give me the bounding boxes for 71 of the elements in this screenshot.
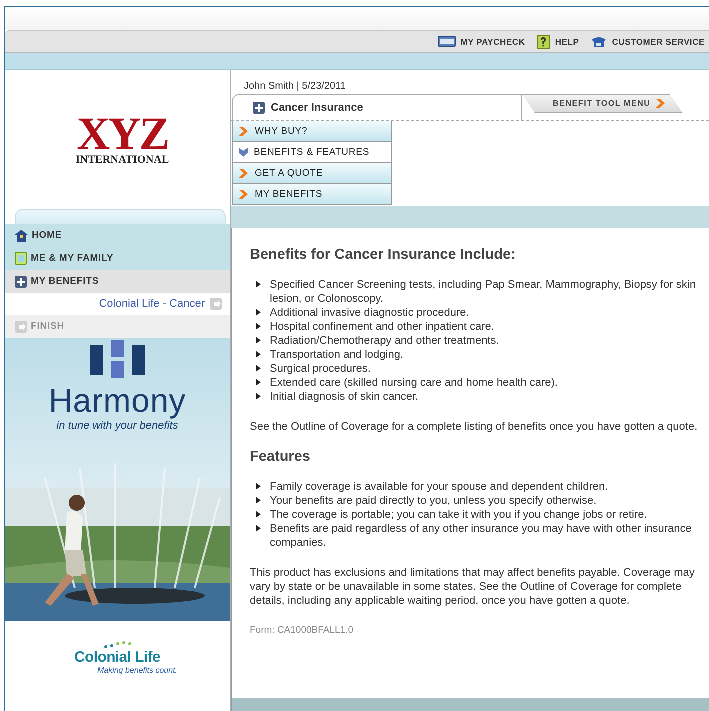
bullet-icon (256, 351, 261, 358)
bullet-icon (256, 379, 261, 386)
nav-item-label: MY BENEFITS (31, 276, 100, 287)
paragraph: See the Outline of Coverage for a complete listing of benefits once you have gotten a quote. (250, 420, 699, 434)
bullet-icon (256, 337, 261, 344)
toolbar-link[interactable]: HELP (537, 34, 580, 48)
bullet-icon (256, 309, 261, 316)
chevron-icon (656, 99, 666, 108)
brand-name: Colonial Life (74, 648, 161, 666)
user-date-line: John Smith | 5/23/2011 (243, 80, 347, 94)
nav-item[interactable]: ME & MY FAMILY (5, 247, 230, 270)
list-item: Additional invasive diagnostic procedure. (270, 306, 470, 320)
toolbar-link[interactable]: MY PAYCHECK (438, 36, 526, 47)
exit-icon (210, 298, 222, 310)
section-heading: Benefits for Cancer Insurance Include: (250, 248, 517, 262)
notepad-icon (15, 252, 27, 265)
exit-icon (15, 320, 27, 332)
list-item: Transportation and lodging. (270, 348, 404, 362)
list-item: Specified Cancer Screening tests, including Pap Smear, Mammography, Biopsy for skin lesion, or Colonoscopy. (270, 278, 697, 306)
toolbar-link-label: MY PAYCHECK (460, 36, 526, 46)
list-item: Extended care (skilled nursing care and home health care). (270, 376, 558, 390)
list-item: Initial diagnosis of skin cancer. (270, 390, 419, 404)
list-item: Hospital confinement and other inpatient care. (270, 320, 494, 334)
plus-icon (15, 276, 27, 288)
menu-item[interactable]: WHY BUY? (232, 121, 392, 142)
menu-item[interactable]: MY BENEFITS (232, 184, 392, 205)
toolbar-link-label: HELP (555, 36, 580, 46)
dots-icon (102, 640, 132, 648)
toolbar-link-label: CUSTOMER SERVICE (612, 36, 705, 46)
menu-item[interactable]: GET A QUOTE (232, 163, 392, 184)
menu-item[interactable]: BENEFITS & FEATURES (232, 142, 392, 163)
chevron-icon (239, 126, 249, 136)
house-icon (15, 230, 28, 242)
list-item: Benefits are paid regardless of any other insurance you may have with other insurance companies. (270, 522, 693, 550)
logo-subtitle: INTERNATIONAL (76, 154, 170, 166)
plus-icon (253, 102, 265, 114)
list-item: Family coverage is available for your spouse and dependent children. (270, 480, 608, 494)
logo-text: XYZ (76, 114, 168, 154)
banner-tagline: in tune with your benefits (56, 420, 178, 432)
form-number: Form: CA1000BFALL1.0 (250, 624, 354, 638)
tool-menu-tab[interactable]: BENEFIT TOOL MENU (522, 94, 683, 113)
chevron-down-icon (239, 148, 248, 156)
harmony-logo-icon (90, 340, 145, 380)
bullet-icon (256, 497, 261, 504)
chevron-icon (239, 190, 249, 198)
list-item: Surgical procedures. (270, 362, 371, 376)
bullet-icon (256, 483, 261, 490)
toolbar-link[interactable]: CUSTOMER SERVICE (591, 36, 705, 48)
product-tab-label: Cancer Insurance (271, 102, 364, 114)
paragraph: This product has exclusions and limitations that may affect benefits payable. Coverage may vary by state or be unavailable in some states. See the Outline of Coverage for complete details, including any applicable waiting period, once you have gotten a quote. (250, 566, 696, 608)
list-item: Radiation/Chemotherapy and other treatments. (270, 334, 500, 348)
brand-tagline: Making benefits count. (97, 666, 178, 674)
nav-item-label: ME & MY FAMILY (31, 253, 114, 264)
nav-item[interactable]: MY BENEFITS (5, 270, 230, 293)
list-item: The coverage is portable; you can take it with you if you change jobs or retire. (270, 508, 648, 522)
bullet-icon (256, 393, 261, 400)
bullet-icon (256, 511, 261, 518)
keyboard-icon (438, 36, 456, 47)
nav-item-label: FINISH (31, 321, 65, 332)
section-heading: Features (250, 450, 312, 464)
bullet-icon (256, 365, 261, 372)
phone-icon (591, 36, 608, 48)
list-item: Your benefits are paid directly to you, unless you specify otherwise. (270, 494, 597, 508)
nav-item-label: HOME (32, 230, 62, 241)
bullet-icon (256, 323, 261, 330)
help-icon (537, 34, 550, 48)
chevron-icon (239, 168, 249, 178)
bullet-icon (256, 281, 261, 288)
banner-title: Harmony (48, 382, 186, 420)
nav-item[interactable]: HOME (5, 224, 230, 247)
bullet-icon (256, 525, 261, 532)
